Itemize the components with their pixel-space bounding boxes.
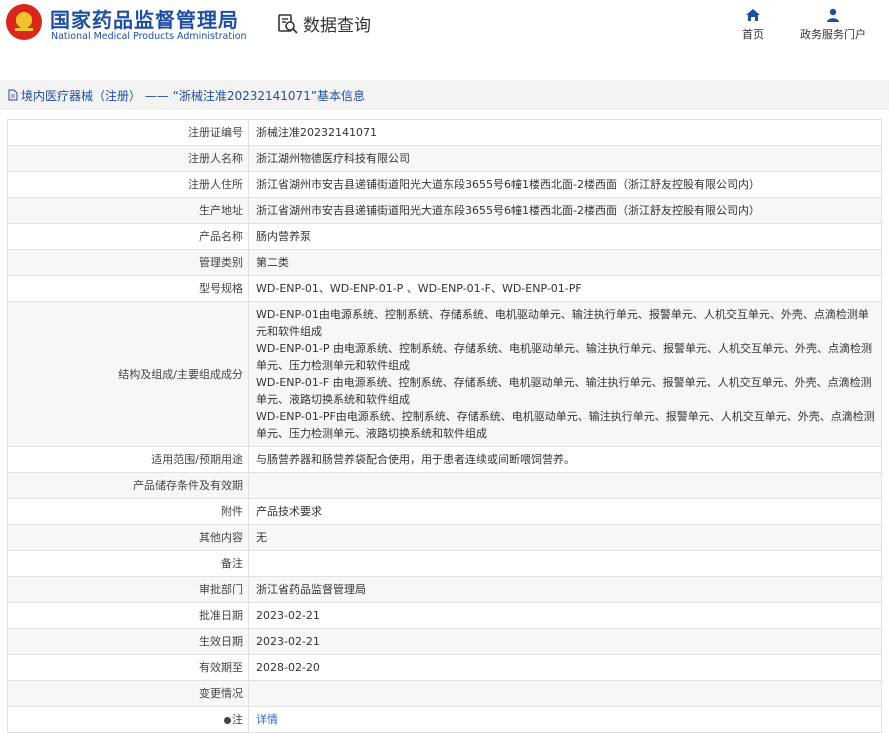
row-label: 注册人名称 <box>7 145 249 172</box>
row-value <box>248 680 882 707</box>
row-value: 浙械注准20232141071 <box>248 119 882 146</box>
data-query-link[interactable]: 数据查询 <box>277 11 371 36</box>
table-row: 注册人住所 浙江省湖州市安吉县递铺街道阳光大道东段3655号6幢1楼西北面-2楼西… <box>7 171 882 198</box>
row-label: 变更情况 <box>7 680 249 707</box>
table-row: 管理类别 第二类 <box>7 249 882 276</box>
row-label: 管理类别 <box>7 249 249 276</box>
table-row: 型号规格 WD-ENP-01、WD-ENP-01-P 、WD-ENP-01-F、W… <box>7 275 882 302</box>
row-label: 注 <box>7 706 249 733</box>
national-emblem-icon <box>6 4 42 40</box>
table-row: 审批部门 浙江省药品监督管理局 <box>7 576 882 603</box>
row-value: 2023-02-21 <box>248 628 882 655</box>
note-label: 注 <box>232 713 243 726</box>
table-row: 产品名称 肠内营养泵 <box>7 223 882 250</box>
document-icon <box>8 89 18 101</box>
user-icon <box>827 8 839 22</box>
structure-line: WD-ENP-01-P 由电源系统、控制系统、存储系统、电机驱动单元、输注执行单… <box>256 342 872 372</box>
table-row: 生产地址 浙江省湖州市安吉县递铺街道阳光大道东段3655号6幢1楼西北面-2楼西面… <box>7 197 882 224</box>
details-link[interactable]: 详情 <box>256 713 278 726</box>
row-value: 2028-02-20 <box>248 654 882 681</box>
home-icon <box>746 9 760 21</box>
row-label: 适用范围/预期用途 <box>7 446 249 473</box>
row-value: 无 <box>248 524 882 551</box>
row-label: 生效日期 <box>7 628 249 655</box>
row-value: 2023-02-21 <box>248 602 882 629</box>
row-label: 批准日期 <box>7 602 249 629</box>
structure-line: WD-ENP-01-PF由电源系统、控制系统、存储系统、电机驱动单元、输注执行单… <box>256 410 875 440</box>
nav-service-portal-label: 政务服务门户 <box>800 28 866 41</box>
table-row: 生效日期 2023-02-21 <box>7 628 882 655</box>
brand-title[interactable]: 国家药品监督管理局 <box>50 4 239 33</box>
row-label: 其他内容 <box>7 524 249 551</box>
row-value: 与肠营养器和肠营养袋配合使用，用于患者连续或间断喂饲营养。 <box>248 446 882 473</box>
row-value: WD-ENP-01由电源系统、控制系统、存储系统、电机驱动单元、输注执行单元、报… <box>248 301 882 447</box>
site-header: 国家药品监督管理局 National Medical Products Admi… <box>0 0 889 62</box>
row-value: 肠内营养泵 <box>248 223 882 250</box>
breadcrumb-text: 境内医疗器械（注册） —— “浙械注准20232141071”基本信息 <box>21 88 366 103</box>
registration-detail-table: 注册证编号 浙械注准20232141071 注册人名称 浙江湖州物德医疗科技有限公司… <box>7 119 882 733</box>
row-label: 型号规格 <box>7 275 249 302</box>
note-marker-icon <box>224 716 231 724</box>
row-label: 审批部门 <box>7 576 249 603</box>
table-row: 注 详情 <box>7 706 882 733</box>
row-label: 产品名称 <box>7 223 249 250</box>
table-row: 注册证编号 浙械注准20232141071 <box>7 119 882 146</box>
table-row: 附件 产品技术要求 <box>7 498 882 525</box>
nav-service-portal[interactable]: 政务服务门户 <box>800 8 866 42</box>
row-label: 注册证编号 <box>7 119 249 146</box>
row-value: 浙江省药品监督管理局 <box>248 576 882 603</box>
row-value: 详情 <box>248 706 882 733</box>
row-label: 附件 <box>7 498 249 525</box>
brand-subtitle: National Medical Products Administration <box>51 31 247 42</box>
structure-line: WD-ENP-01-F 由电源系统、控制系统、存储系统、电机驱动单元、输注执行单… <box>256 376 872 406</box>
row-value <box>248 472 882 499</box>
row-label: 有效期至 <box>7 654 249 681</box>
table-row: 注册人名称 浙江湖州物德医疗科技有限公司 <box>7 145 882 172</box>
nav-home-label: 首页 <box>742 28 764 41</box>
table-row: 结构及组成/主要组成成分 WD-ENP-01由电源系统、控制系统、存储系统、电机… <box>7 301 882 447</box>
data-query-label: 数据查询 <box>303 16 371 36</box>
table-row: 有效期至 2028-02-20 <box>7 654 882 681</box>
row-value: 浙江湖州物德医疗科技有限公司 <box>248 145 882 172</box>
row-value: 浙江省湖州市安吉县递铺街道阳光大道东段3655号6幢1楼西北面-2楼西面（浙江舒… <box>248 171 882 198</box>
row-label: 生产地址 <box>7 197 249 224</box>
row-value <box>248 550 882 577</box>
row-value: 第二类 <box>248 249 882 276</box>
row-label: 产品储存条件及有效期 <box>7 472 249 499</box>
table-row: 变更情况 <box>7 680 882 707</box>
table-row: 其他内容无 <box>7 524 882 551</box>
row-value: 浙江省湖州市安吉县递铺街道阳光大道东段3655号6幢1楼西北面-2楼西面（浙江舒… <box>248 197 882 224</box>
breadcrumb: 境内医疗器械（注册） —— “浙械注准20232141071”基本信息 <box>8 87 365 104</box>
table-row: 产品储存条件及有效期 <box>7 472 882 499</box>
nav-home[interactable]: 首页 <box>742 8 764 42</box>
table-row: 适用范围/预期用途 与肠营养器和肠营养袋配合使用，用于患者连续或间断喂饲营养。 <box>7 446 882 473</box>
row-label: 结构及组成/主要组成成分 <box>7 301 249 447</box>
structure-line: WD-ENP-01由电源系统、控制系统、存储系统、电机驱动单元、输注执行单元、报… <box>256 308 869 338</box>
row-value: WD-ENP-01、WD-ENP-01-P 、WD-ENP-01-F、WD-EN… <box>248 275 882 302</box>
table-row: 批准日期 2023-02-21 <box>7 602 882 629</box>
document-search-icon <box>278 13 298 34</box>
row-label: 备注 <box>7 550 249 577</box>
row-label: 注册人住所 <box>7 171 249 198</box>
row-value: 产品技术要求 <box>248 498 882 525</box>
table-row: 备注 <box>7 550 882 577</box>
breadcrumb-bar: 境内医疗器械（注册） —— “浙械注准20232141071”基本信息 <box>0 80 889 110</box>
